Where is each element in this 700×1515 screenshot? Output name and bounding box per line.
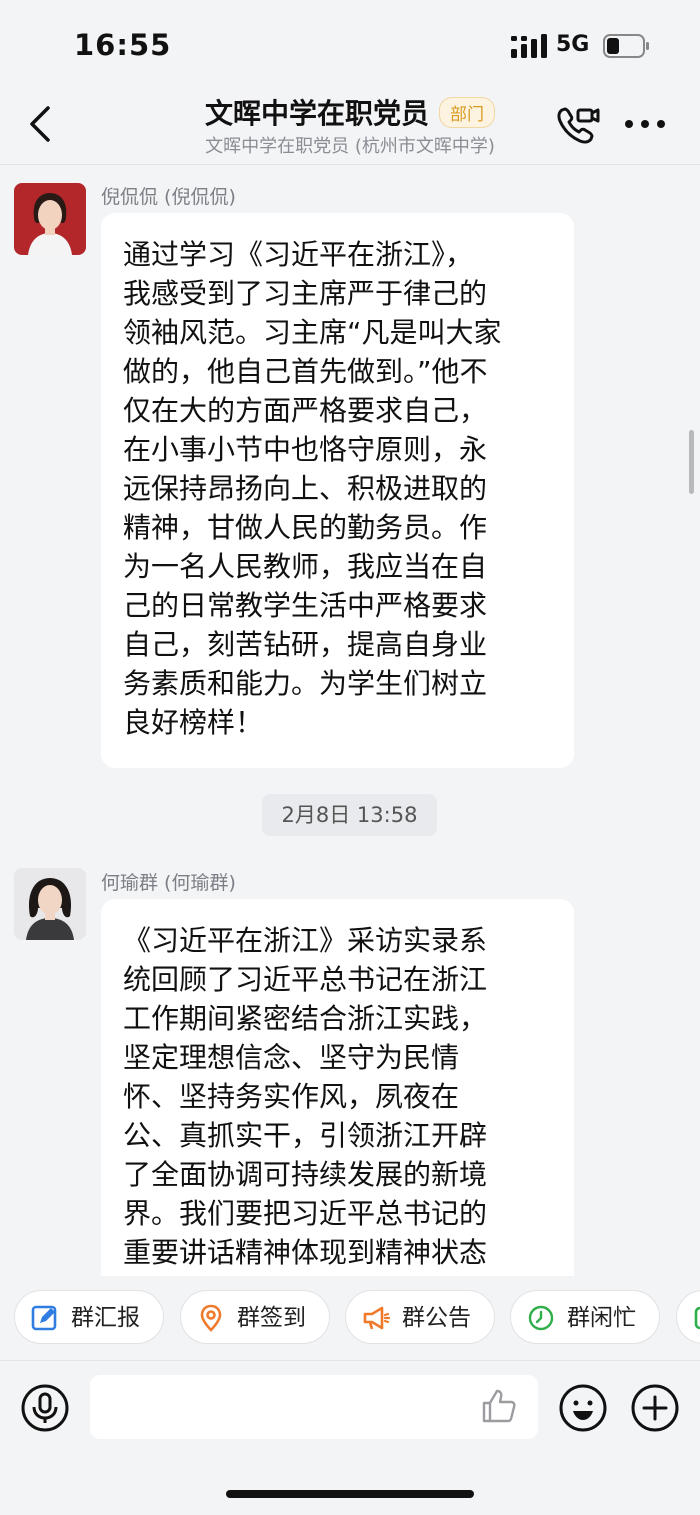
- report-icon: [31, 1305, 57, 1331]
- group-announcement-button[interactable]: 群公告: [345, 1290, 495, 1344]
- message-bubble[interactable]: 《习近平在浙江》采访实录系 统回顾了习近平总书记在浙江 工作期间紧密结合浙江实践…: [101, 899, 574, 1276]
- chip-label: 群汇报: [71, 1305, 140, 1331]
- chip-label: 群公告: [402, 1305, 471, 1331]
- message-bubble[interactable]: 通过学习《习近平在浙江》， 我感受到了习主席严于律己的 领袖风范。习主席“凡是叫…: [101, 213, 574, 768]
- avatar-photo: [14, 868, 86, 940]
- chat-header: 文晖中学在职党员 部门 文晖中学在职党员 (杭州市文晖中学): [0, 90, 700, 165]
- clock-icon: [528, 1305, 554, 1331]
- microphone-icon[interactable]: [20, 1383, 70, 1433]
- group-report-button[interactable]: 群汇报: [14, 1290, 164, 1344]
- megaphone-icon: [363, 1306, 390, 1330]
- more-quick-action-button[interactable]: [676, 1290, 700, 1344]
- message-text: 通过学习《习近平在浙江》， 我感受到了习主席严于律己的 领袖风范。习主席“凡是叫…: [123, 238, 502, 739]
- plus-icon[interactable]: [630, 1383, 680, 1433]
- message-timestamp: 2月8日 13:58: [262, 794, 437, 836]
- avatar[interactable]: [14, 183, 86, 255]
- sender-name: 何瑜群 (何瑜群): [101, 872, 236, 894]
- quick-actions-bar: 群汇报 群签到 群公告 群闲忙: [0, 1276, 700, 1360]
- avatar-photo: [14, 183, 86, 255]
- signal-icon: [511, 34, 547, 58]
- department-badge: 部门: [439, 96, 495, 128]
- sender-name: 倪侃侃 (倪侃侃): [101, 186, 236, 208]
- home-indicator[interactable]: [226, 1490, 474, 1498]
- scroll-indicator[interactable]: [689, 430, 694, 494]
- network-label: 5G: [556, 32, 590, 57]
- chip-icon: [694, 1306, 700, 1330]
- phone-video-call-icon[interactable]: [554, 104, 600, 146]
- avatar[interactable]: [14, 868, 86, 940]
- group-checkin-button[interactable]: 群签到: [180, 1290, 330, 1344]
- thumbs-up-icon[interactable]: [480, 1387, 518, 1425]
- battery-icon: [603, 34, 649, 58]
- emoji-icon[interactable]: [558, 1383, 608, 1433]
- message-text: 《习近平在浙江》采访实录系 统回顾了习近平总书记在浙江 工作期间紧密结合浙江实践…: [123, 924, 488, 1269]
- more-options-icon[interactable]: [620, 106, 670, 142]
- chip-label: 群闲忙: [567, 1305, 636, 1331]
- message-input[interactable]: [90, 1375, 538, 1439]
- location-pin-icon: [200, 1304, 222, 1332]
- status-bar: 16:55 5G: [0, 0, 700, 90]
- chip-label: 群签到: [237, 1305, 306, 1331]
- group-busy-status-button[interactable]: 群闲忙: [510, 1290, 660, 1344]
- status-time: 16:55: [74, 28, 172, 62]
- group-title[interactable]: 文晖中学在职党员: [205, 97, 429, 130]
